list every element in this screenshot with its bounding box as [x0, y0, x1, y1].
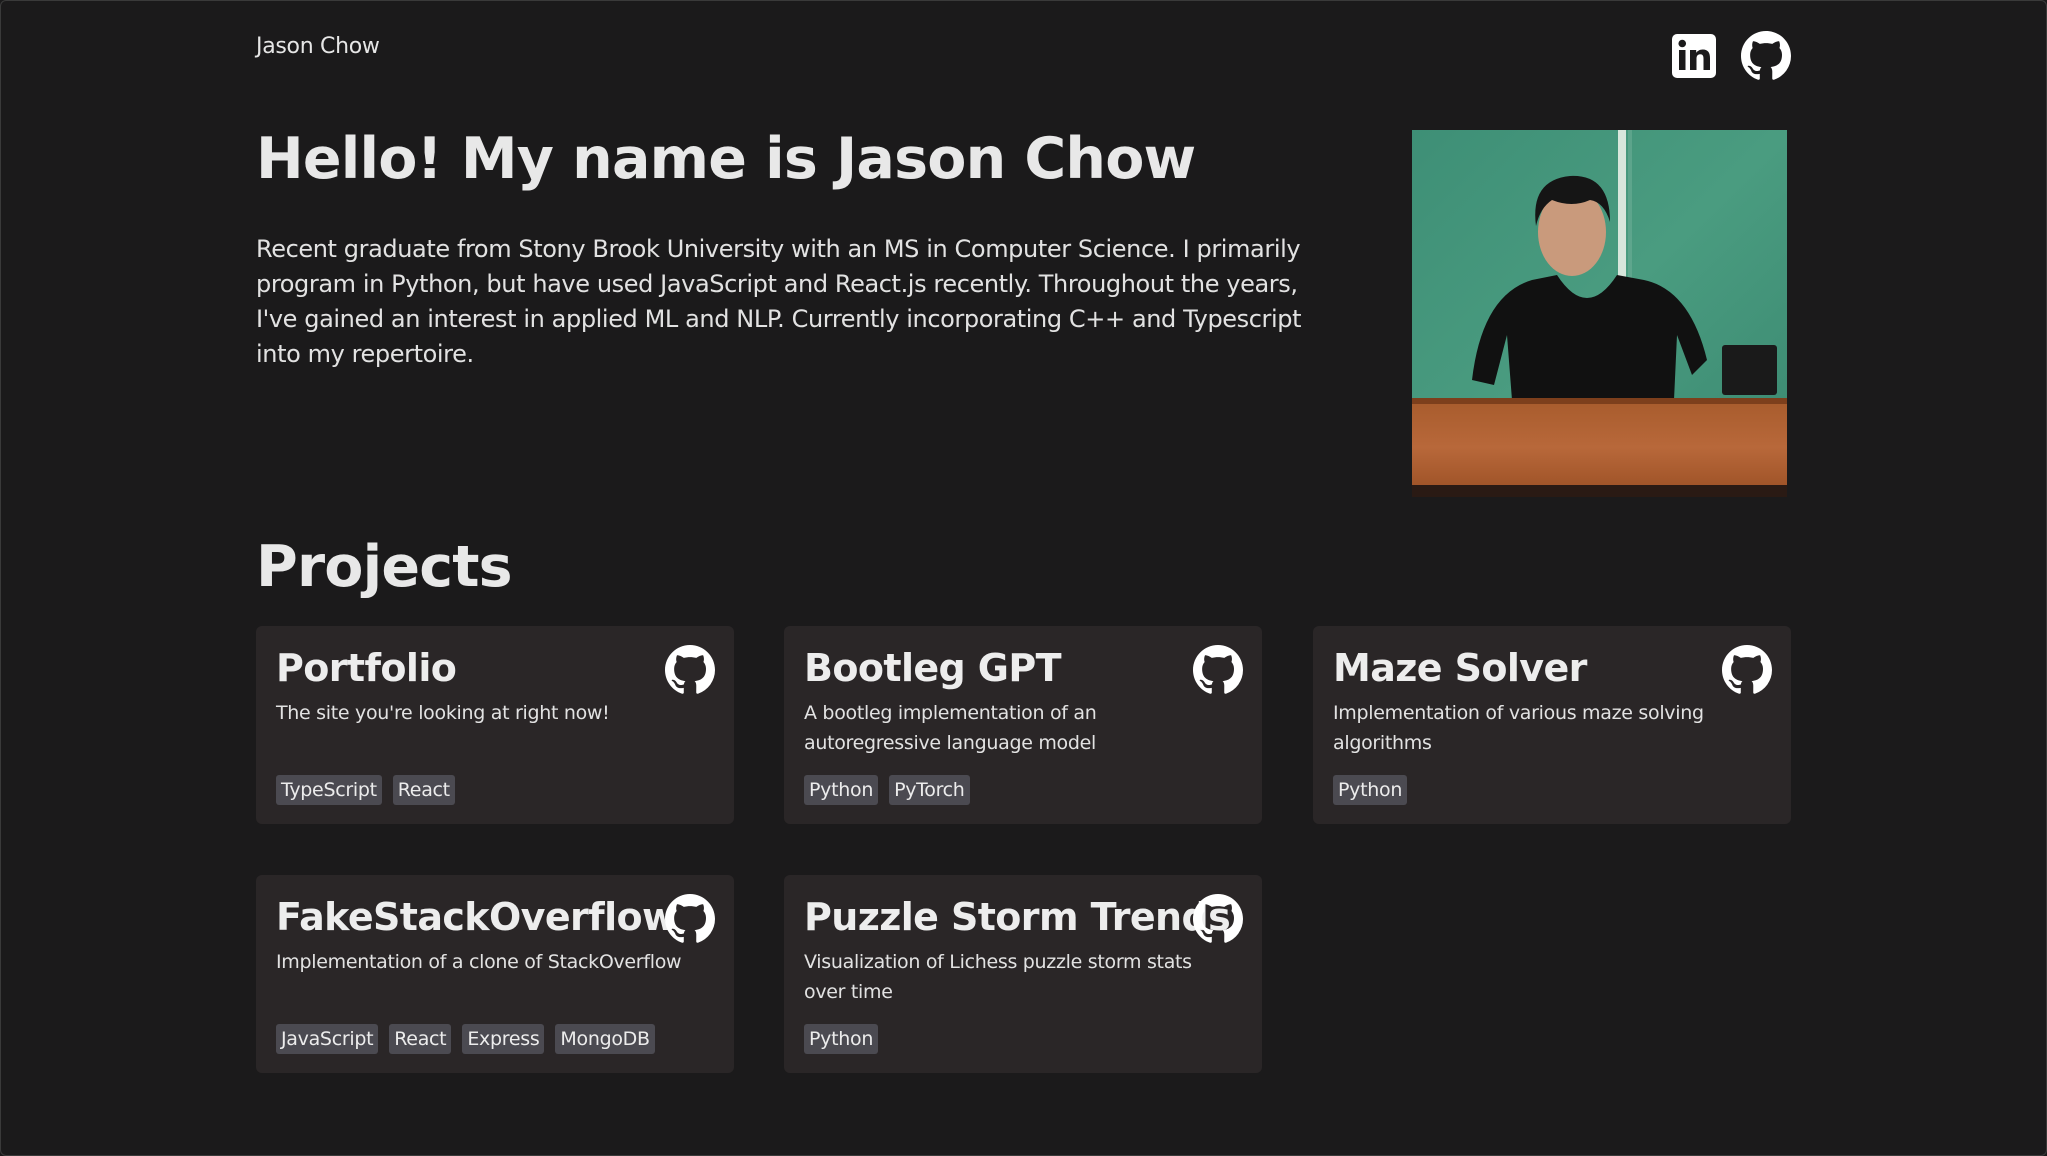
project-tags: Python [804, 1024, 879, 1054]
github-icon [665, 645, 715, 694]
linkedin-icon [1672, 34, 1716, 78]
project-github-link[interactable] [665, 894, 715, 944]
social-links [1669, 31, 1791, 81]
project-card-fakestackoverflow[interactable]: FakeStackOverflow Implementation of a cl… [256, 875, 734, 1073]
linkedin-link[interactable] [1669, 31, 1719, 81]
github-icon [1193, 645, 1243, 694]
tag: React [392, 775, 455, 805]
tag: Express [462, 1024, 545, 1054]
hero-bio: Recent graduate from Stony Brook Univers… [256, 235, 1302, 368]
portrait-photo [1412, 130, 1787, 497]
project-tags: Python PyTorch [804, 775, 970, 805]
tag: Python [804, 1024, 879, 1054]
tag: MongoDB [555, 1024, 655, 1054]
project-card-puzzle-storm-trends[interactable]: Puzzle Storm Trends Visualization of Lic… [784, 875, 1262, 1073]
hero-title: Hello! My name is Jason Chow [256, 126, 1196, 192]
project-github-link[interactable] [1193, 645, 1243, 695]
project-card-maze-solver[interactable]: Maze Solver Implementation of various ma… [1313, 626, 1791, 824]
github-icon [665, 894, 715, 943]
projects-heading: Projects [256, 534, 513, 600]
project-tags: Python [1333, 775, 1408, 805]
project-description: Implementation of a clone of StackOverfl… [276, 951, 682, 973]
project-description: Implementation of various maze solving a… [1333, 702, 1704, 754]
project-description: A bootleg implementation of an autoregre… [804, 702, 1097, 754]
github-icon [1722, 645, 1772, 694]
project-title: Bootleg GPT [804, 646, 1062, 690]
project-description: Visualization of Lichess puzzle storm st… [804, 951, 1192, 1003]
project-github-link[interactable] [1722, 645, 1772, 695]
project-description: The site you're looking at right now! [276, 702, 610, 724]
site-name[interactable]: Jason Chow [256, 34, 380, 59]
project-github-link[interactable] [1193, 894, 1243, 944]
portrait-image [1412, 130, 1787, 497]
project-github-link[interactable] [665, 645, 715, 695]
tag: JavaScript [276, 1024, 379, 1054]
tag: Python [804, 775, 879, 805]
tag: TypeScript [276, 775, 382, 805]
project-title: Portfolio [276, 646, 457, 690]
tag: Python [1333, 775, 1408, 805]
project-tags: JavaScript React Express MongoDB [276, 1024, 655, 1054]
tag: React [389, 1024, 452, 1054]
tag: PyTorch [889, 775, 970, 805]
project-title: Maze Solver [1333, 646, 1587, 690]
github-icon [1193, 894, 1243, 943]
github-icon [1741, 31, 1791, 80]
project-tags: TypeScript React [276, 775, 455, 805]
project-title: Puzzle Storm Trends [804, 895, 1231, 939]
project-card-portfolio[interactable]: Portfolio The site you're looking at rig… [256, 626, 734, 824]
project-card-bootleg-gpt[interactable]: Bootleg GPT A bootleg implementation of … [784, 626, 1262, 824]
github-link[interactable] [1741, 31, 1791, 81]
project-title: FakeStackOverflow [276, 895, 677, 939]
